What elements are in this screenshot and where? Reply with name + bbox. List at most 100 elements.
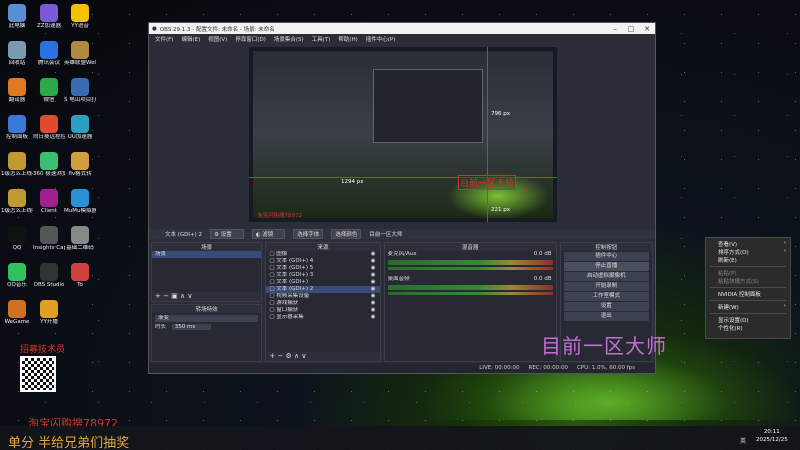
taskbar-clock[interactable]: 20:11 2025/12/25 [756,428,788,444]
obs-preview[interactable]: 796 px 1294 px 221 px 目前一区大师 淘宝闪购搜78972 [249,47,557,222]
studio-mode-button[interactable]: 工作室模式 [563,292,649,301]
menu-plugins[interactable]: 插件中心(P) [366,35,396,43]
visibility-eye-icon[interactable]: ◉ [371,307,376,314]
source-item[interactable]: ▢ 文本 (GDI+) ◉ [266,279,379,286]
desktop-icon[interactable]: 向日葵远程控制 [33,115,65,141]
tray-language[interactable]: 英 [740,436,746,445]
visibility-eye-icon[interactable]: ◉ [371,286,376,293]
settings-control-button[interactable]: 设置 [563,302,649,311]
desktop-icon[interactable]: S 电山项目打到运费值 [64,78,96,104]
visibility-eye-icon[interactable]: ◉ [371,279,376,286]
desktop-icon[interactable]: YY开播 [33,300,65,326]
context-menu-item[interactable]: 显示设置(D) [706,316,790,324]
menu-scene-collection[interactable]: 场景集合(S) [274,35,304,43]
visibility-eye-icon[interactable]: ◉ [371,293,376,300]
menu-view[interactable]: 视图(V) [208,35,227,43]
desktop-icon[interactable]: 微信 [33,78,65,104]
filters-button[interactable]: ◐ 滤镜 [251,229,286,239]
source-item[interactable]: ▢ 图像 ◉ [266,251,379,258]
context-menu-item: 粘贴(P) [706,269,790,277]
minimize-button[interactable]: – [607,25,623,33]
desktop-icon[interactable]: 1级怎么上线不被骗 [1,152,33,178]
desktop-icon[interactable]: To [64,263,96,289]
desktop-icon-label: 1级怎么上线被骗图 [1,208,33,214]
clock-date: 2025/12/25 [756,437,788,443]
obs-statusbar: LIVE: 00:00:00 REC: 00:00:00 CPU: 1.0%, … [149,363,655,373]
desktop-icon[interactable]: 360 极速浏览器X [33,152,65,178]
source-item[interactable]: ▢ 视频采集设备 ◉ [266,293,379,300]
desktop-icon[interactable]: WeGame [1,300,33,326]
desktop-icon[interactable]: 控制面板 [1,115,33,141]
desktop-icon[interactable]: QQ [1,226,33,252]
transition-select[interactable]: 渐变 [155,315,259,322]
desktop-icon[interactable]: OBS Studio [33,263,65,289]
color-button[interactable]: 选择颜色 [331,229,362,239]
desktop-icon[interactable]: QQ音乐 [1,263,33,289]
menu-help[interactable]: 帮助(H) [338,35,357,43]
desktop-icon-label: flv格式转 [68,171,92,177]
context-menu-item[interactable]: 刷新(E) [706,256,790,264]
track-1-fader[interactable] [387,267,553,270]
app-icon [8,41,26,59]
visibility-eye-icon[interactable]: ◉ [371,314,376,321]
desktop-icon-label: To [77,282,83,288]
visibility-eye-icon[interactable]: ◉ [371,251,376,258]
desktop-icon[interactable]: 翻译器 [1,78,33,104]
desktop-icon[interactable]: Insights Capture [33,226,65,252]
desktop-icon[interactable]: UU加速器 [64,115,96,141]
source-item[interactable]: ▢ 文本 (GDI+) 4 ◉ [266,258,379,265]
stop-streaming-button[interactable]: 停止直播 [563,262,649,271]
visibility-eye-icon[interactable]: ◉ [371,272,376,279]
track-2-db: 0.0 dB [533,276,552,282]
exit-button[interactable]: 退出 [563,312,649,321]
desktop-icon[interactable]: MuMu模拟器 [64,189,96,215]
menu-docks[interactable]: 停靠窗口(D) [235,35,266,43]
menu-tools[interactable]: 工具(T) [312,35,331,43]
context-menu-item[interactable]: 个性化(R) [706,324,790,332]
scene-item[interactable]: 场景 [152,251,262,258]
source-item[interactable]: ▢ 显示器采集 ◉ [266,314,379,321]
context-menu-item[interactable]: 新建(W) › [706,303,790,311]
plugin-center-button[interactable]: 插件中心 [563,252,649,261]
desktop-icon[interactable]: 此电脑 [1,4,33,30]
visibility-eye-icon[interactable]: ◉ [371,265,376,272]
controls-header: 控制按钮 [560,243,652,251]
source-item[interactable]: ▢ 文本 (GDI+) 3 ◉ [266,272,379,279]
desktop-icon[interactable]: 1级怎么上线被骗图 [1,189,33,215]
desktop-icon[interactable]: 回收站 [1,41,33,67]
track-2-fader[interactable] [387,292,553,295]
start-recording-button[interactable]: 开始录制 [563,282,649,291]
close-button[interactable]: ✕ [639,25,655,33]
duration-row: 时长 350 ms [152,324,261,331]
visibility-eye-icon[interactable]: ◉ [371,258,376,265]
desktop-icon[interactable]: 基础二维码 [64,226,96,252]
visibility-eye-icon[interactable]: ◉ [371,300,376,307]
desktop-icon[interactable]: flv格式转 [64,152,96,178]
desktop-icon[interactable]: YY语音 [64,4,96,30]
font-button[interactable]: 选择字体 [293,229,324,239]
source-item[interactable]: ▢ 文本 (GDI+) 2 ◉ [266,286,380,293]
duration-input[interactable]: 350 ms [171,324,212,330]
selected-text-source-box[interactable]: 目前一区大师 [458,175,517,190]
desktop-icon[interactable]: 英雄联盟WeGame版 [64,41,96,67]
live-status: LIVE: 00:00:00 [479,365,520,371]
context-menu-item[interactable]: NVIDIA 控制面板 [706,290,790,298]
virtual-camera-button[interactable]: 启动虚拟摄像机 [563,272,649,281]
settings-button[interactable]: ⚙ 设置 [210,229,244,239]
submenu-chevron-icon: › [783,303,786,309]
menu-file[interactable]: 文件(F) [155,35,173,43]
context-menu-item[interactable]: 排序方式(O) › [706,248,790,256]
desktop-icon[interactable]: 腾讯会议 [33,41,65,67]
text-value[interactable]: 目前一区大师 [369,230,402,238]
source-item[interactable]: ▢ 窗口捕获 ◉ [266,307,379,314]
maximize-button[interactable]: □ [623,25,639,33]
source-item[interactable]: ▢ 游戏捕获 ◉ [266,300,379,307]
app-icon [8,4,26,22]
desktop-icon[interactable]: ZZ加速器 [33,4,65,30]
context-menu-item[interactable]: 查看(V) › [706,240,790,248]
app-icon [71,115,89,133]
menu-edit[interactable]: 编辑(E) [181,35,200,43]
desktop-icon[interactable]: Client [33,189,65,215]
source-label: 图像 [276,251,288,257]
source-item[interactable]: ▢ 文本 (GDI+) 5 ◉ [266,265,379,272]
